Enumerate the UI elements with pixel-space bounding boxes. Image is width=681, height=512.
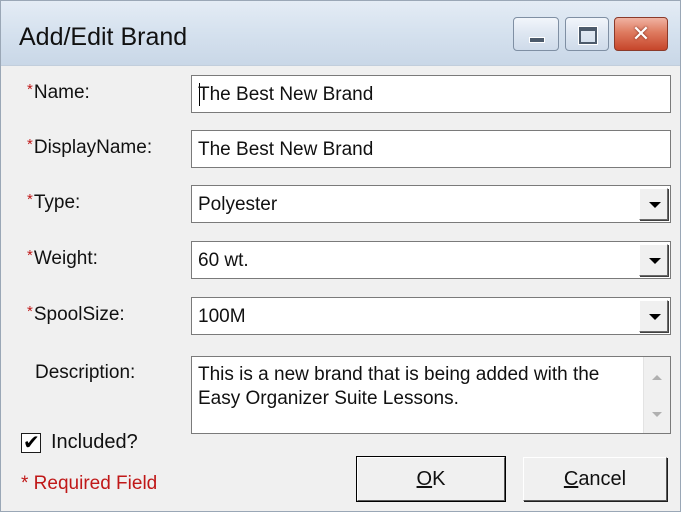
chevron-down-icon [649, 314, 661, 320]
checkmark-icon: ✔ [23, 432, 40, 454]
spool-size-label: *SpoolSize: [27, 303, 125, 325]
name-label: *Name: [27, 81, 90, 103]
chevron-down-icon [649, 258, 661, 264]
display-name-field[interactable]: The Best New Brand [191, 130, 671, 168]
type-select-value: Polyester [198, 194, 278, 215]
chevron-down-icon [649, 202, 661, 208]
cancel-button[interactable]: Cancel [523, 457, 667, 501]
title-bar[interactable]: Add/Edit Brand ✕ [1, 1, 680, 66]
description-text: This is a new brand that is being added … [198, 364, 600, 409]
display-name-label: *DisplayName: [27, 136, 153, 158]
close-button[interactable]: ✕ [614, 17, 668, 51]
required-marker: * [27, 247, 33, 264]
ok-button[interactable]: OK [356, 456, 506, 502]
minimize-icon [529, 37, 545, 43]
type-select[interactable]: Polyester [191, 185, 671, 223]
name-field-value: The Best New Brand [198, 84, 374, 105]
maximize-button[interactable] [565, 17, 609, 51]
required-field-note: * Required Field [21, 473, 158, 494]
window-title: Add/Edit Brand [19, 23, 188, 51]
weight-label: *Weight: [27, 247, 98, 269]
close-icon: ✕ [631, 21, 651, 46]
description-label: Description: [35, 362, 136, 383]
required-marker: * [27, 136, 33, 153]
type-label: *Type: [27, 191, 81, 213]
minimize-button[interactable] [513, 17, 559, 51]
display-name-field-value: The Best New Brand [198, 139, 374, 160]
spool-size-select[interactable]: 100M [191, 297, 671, 335]
add-edit-brand-dialog: Add/Edit Brand ✕ *Name: The Best New Bra… [0, 0, 681, 512]
spool-size-select-value: 100M [198, 306, 246, 327]
description-scrollbar[interactable] [643, 357, 670, 433]
scroll-down-icon[interactable] [652, 412, 662, 417]
required-marker: * [27, 303, 33, 320]
weight-select[interactable]: 60 wt. [191, 241, 671, 279]
scroll-up-icon[interactable] [652, 375, 662, 380]
maximize-icon [579, 27, 597, 44]
weight-select-value: 60 wt. [198, 250, 249, 271]
required-marker: * [27, 81, 33, 98]
required-marker: * [27, 191, 33, 208]
included-label[interactable]: Included? [51, 431, 138, 454]
included-checkbox[interactable]: ✔ [21, 432, 41, 454]
type-dropdown-button[interactable] [639, 188, 668, 220]
weight-dropdown-button[interactable] [639, 244, 668, 276]
spool-size-dropdown-button[interactable] [639, 300, 668, 332]
name-field[interactable]: The Best New Brand [191, 75, 671, 113]
description-textarea[interactable]: This is a new brand that is being added … [191, 356, 671, 434]
